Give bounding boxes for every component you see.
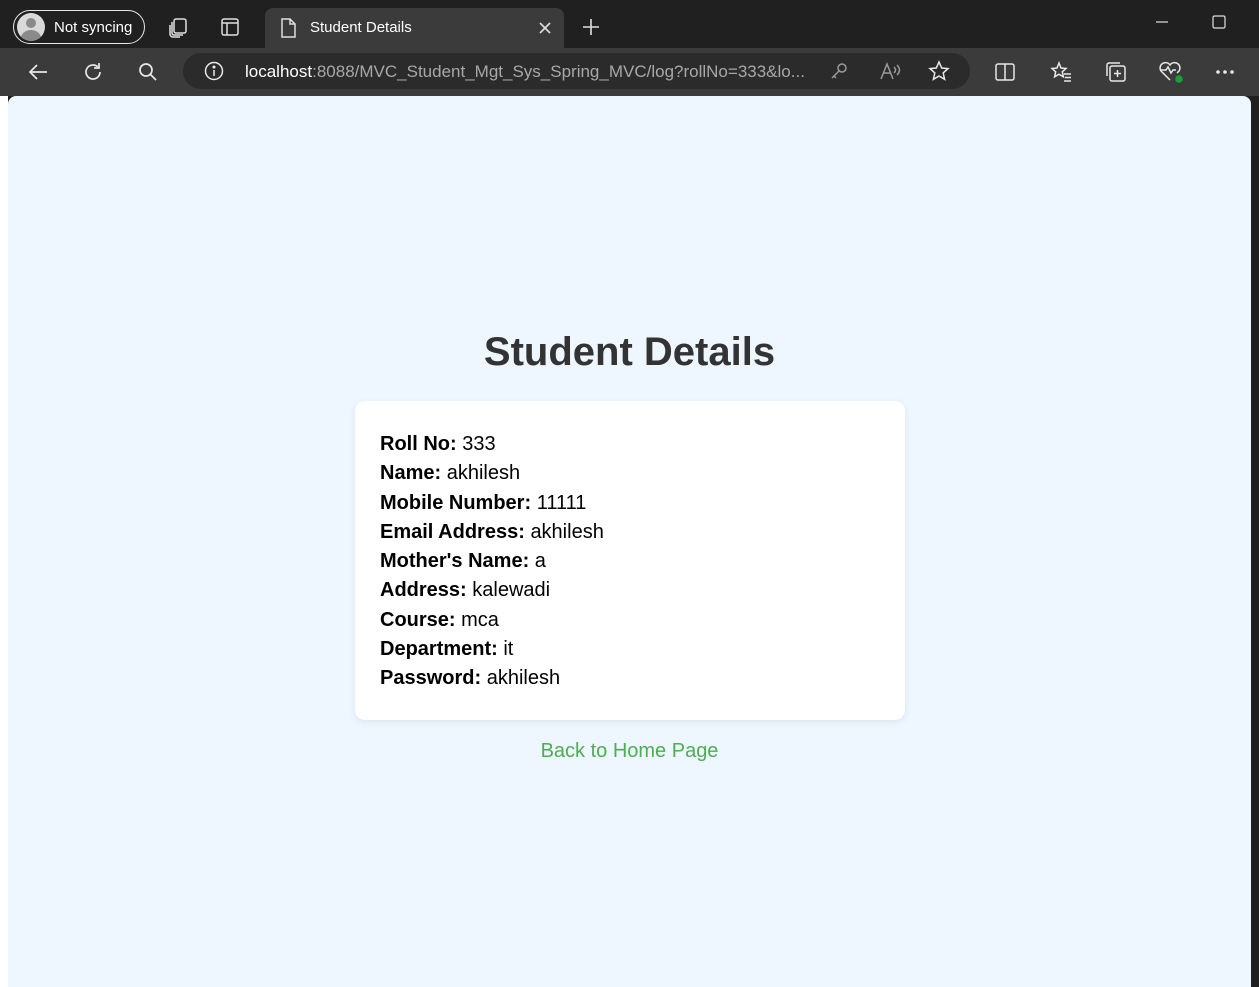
back-icon[interactable] [22,56,54,88]
detail-label: Course: [380,608,456,631]
detail-password: Password: akhilesh [380,664,880,693]
detail-label: Department: [380,638,498,661]
favorites-icon[interactable] [1045,56,1077,88]
new-tab-icon[interactable] [575,11,607,43]
close-tab-icon[interactable] [538,21,552,40]
detail-label: Name: [380,462,442,485]
background-window-edge [0,96,8,987]
url-text[interactable]: localhost:8088/MVC_Student_Mgt_Sys_Sprin… [245,62,815,82]
detail-department: Department: it [380,635,880,664]
more-options-icon[interactable] [1209,56,1241,88]
detail-value: it [503,638,514,661]
page-icon [280,18,296,43]
detail-label: Password: [380,667,482,690]
detail-value: 11111 [536,491,587,514]
student-details-card: Roll No: 333 Name: akhilesh Mobile Numbe… [355,401,905,720]
split-screen-icon[interactable] [989,56,1021,88]
workspaces-icon[interactable] [162,11,194,43]
profile-button[interactable]: Not syncing [13,10,145,44]
detail-value: mca [461,608,499,631]
minimize-icon[interactable] [1146,8,1178,36]
back-to-home-link[interactable]: Back to Home Page [0,740,1259,763]
detail-value: kalewadi [472,579,551,602]
detail-address: Address: kalewadi [380,576,880,605]
favorite-star-icon[interactable] [928,60,950,87]
detail-mobile-number: Mobile Number: 11111 [380,489,880,518]
url-host: localhost [245,62,313,81]
detail-name: Name: akhilesh [380,459,880,488]
detail-mothers-name: Mother's Name: a [380,547,880,576]
detail-value: akhilesh [486,667,561,690]
browser-toolbar: localhost:8088/MVC_Student_Mgt_Sys_Sprin… [0,48,1259,96]
refresh-icon[interactable] [77,56,109,88]
tab-actions-icon[interactable] [214,11,246,43]
detail-label: Address: [380,579,467,602]
browser-essentials-icon[interactable] [1155,56,1187,88]
search-icon[interactable] [132,56,164,88]
site-info-icon[interactable] [204,61,224,86]
browser-tabstrip: Not syncing Student Details [0,0,1259,48]
detail-value: a [534,550,546,573]
page-title: Student Details [483,330,776,374]
detail-label: Email Address: [380,520,525,543]
detail-label: Mother's Name: [380,550,530,573]
read-aloud-icon[interactable] [879,61,901,86]
address-bar[interactable]: localhost:8088/MVC_Student_Mgt_Sys_Sprin… [183,53,970,89]
tab-title: Student Details [310,19,412,36]
detail-label: Roll No: [380,433,457,455]
detail-roll-no: Roll No: 333 [380,430,880,459]
detail-value: 333 [462,433,496,455]
tab-student-details[interactable]: Student Details [265,8,564,48]
detail-label: Mobile Number: [380,491,532,514]
maximize-icon[interactable] [1203,8,1235,36]
detail-value: akhilesh [530,520,604,543]
detail-value: akhilesh [446,462,521,485]
profile-label: Not syncing [54,18,133,36]
detail-course: Course: mca [380,606,880,635]
avatar [17,13,45,41]
detail-email-address: Email Address: akhilesh [380,518,880,547]
key-icon[interactable] [829,61,849,86]
url-path: :8088/MVC_Student_Mgt_Sys_Spring_MVC/log… [312,62,805,81]
collections-icon[interactable] [1100,56,1132,88]
